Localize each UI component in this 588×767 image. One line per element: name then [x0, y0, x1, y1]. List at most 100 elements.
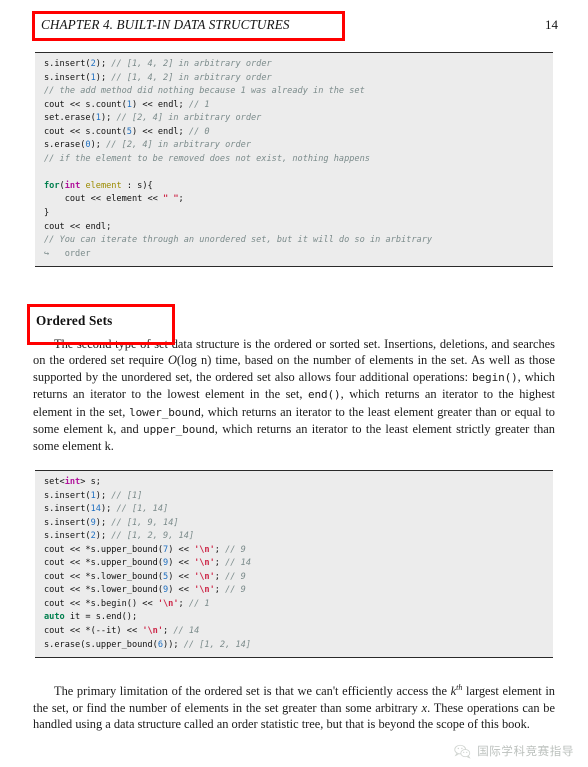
code-token: s.insert(: [44, 59, 91, 69]
watermark-text: 国际学科竞赛指导: [477, 744, 574, 758]
code-token: ) << endl;: [131, 99, 189, 110]
code-token: // [1, 14]: [116, 504, 169, 515]
code-line: // the add method did nothing because 1 …: [35, 85, 553, 99]
code-token: // [1, 9, 14]: [111, 517, 179, 528]
code-token: 14: [90, 504, 101, 515]
code-token: set.erase(: [44, 113, 96, 124]
code-token: cout << *s.upper_bound(: [44, 558, 163, 569]
code-token: '\n': [194, 585, 215, 596]
code-token: s.erase(: [44, 140, 86, 151]
code-token: s.insert(: [44, 531, 91, 542]
code-token: cout << element <<: [44, 194, 163, 205]
code-line: cout << *(--it) << '\n'; // 14: [35, 625, 553, 639]
code-line: s.insert(2); // [1, 4, 2] in arbitrary o…: [35, 58, 553, 72]
code-line: s.insert(9); // [1, 9, 14]: [35, 517, 553, 531]
code-token: );: [95, 59, 112, 69]
math-log-n: (log n): [176, 353, 212, 368]
code-line: auto it = s.end();: [35, 611, 553, 625]
code-token: '\n': [194, 544, 215, 555]
code-line: cout << *s.lower_bound(5) << '\n'; // 9: [35, 571, 553, 585]
code-token: ;: [214, 558, 226, 569]
code-token: // [1, 2, 9, 14]: [111, 531, 195, 542]
running-header: CHAPTER 4. BUILT-IN DATA STRUCTURES 14: [0, 16, 588, 38]
code-line: cout << *s.upper_bound(9) << '\n'; // 14: [35, 557, 553, 571]
code-line: cout << endl;: [35, 221, 553, 235]
code-token: // 9: [225, 544, 246, 555]
code-token: for: [44, 180, 60, 191]
code-token: // 1: [188, 598, 210, 609]
page-number: 14: [545, 17, 558, 32]
code-token: " ": [163, 194, 179, 205]
code-line: ↪ order: [35, 248, 553, 262]
code-token: cout << *s.lower_bound(: [44, 571, 163, 582]
code-token: );: [100, 504, 117, 515]
code-token: // [2, 4] in arbitrary order: [106, 140, 251, 151]
code-token: auto: [44, 612, 65, 623]
watermark: 国际学科竞赛指导: [454, 743, 574, 759]
code-token: ) << endl;: [131, 126, 189, 137]
code-token: // [1, 4, 2] in arbitrary order: [111, 72, 272, 83]
code-token: element: [85, 180, 122, 191]
code-token: ) <<: [168, 571, 195, 582]
code-token: );: [95, 490, 112, 501]
code-line: cout << s.count(1) << endl; // 1: [35, 99, 553, 113]
code-token: // You can iterate through an unordered …: [44, 235, 433, 246]
code-token: ) <<: [168, 585, 195, 596]
code-token: ;: [214, 544, 226, 555]
code-token: cout << *(--it) <<: [44, 626, 143, 637]
code-token: s.insert(: [44, 72, 91, 83]
code-line: s.erase(s.upper_bound(6)); // [1, 2, 14]: [35, 639, 553, 653]
code-line: for(int element : s){: [35, 180, 553, 194]
code-line: set<int> s;: [35, 476, 553, 490]
section-heading-ordered-sets: Ordered Sets: [36, 313, 113, 328]
code-line: cout << element << " ";: [35, 193, 553, 207]
code-line: cout << s.count(5) << endl; // 0: [35, 126, 553, 140]
code-token: cout << *s.begin() <<: [44, 598, 158, 609]
code-token: '\n': [194, 571, 215, 582]
code-token: // [2, 4] in arbitrary order: [116, 113, 262, 124]
code-end: end(): [307, 388, 341, 402]
code-token: // 9: [225, 585, 246, 596]
code-token: > s;: [80, 477, 101, 487]
code-token: s.insert(: [44, 490, 91, 501]
code-token: );: [95, 531, 112, 542]
code-token: : s){: [121, 180, 153, 191]
code-token: ;: [178, 194, 184, 205]
code-token: );: [90, 140, 107, 151]
code-line: cout << *s.upper_bound(7) << '\n'; // 9: [35, 544, 553, 558]
code-line: s.insert(2); // [1, 2, 9, 14]: [35, 530, 553, 544]
code-token: '\n': [194, 558, 215, 569]
code-begin: begin(): [472, 370, 518, 384]
code-line: // if the element to be removed does not…: [35, 153, 553, 167]
code-token: // [1]: [111, 490, 143, 501]
code-line: set.erase(1); // [2, 4] in arbitrary ord…: [35, 112, 553, 126]
code-line: s.insert(1); // [1]: [35, 490, 553, 504]
code-token: '\n': [142, 626, 164, 637]
code-lower-bound: lower_bound: [129, 405, 201, 419]
code-line: s.insert(14); // [1, 14]: [35, 503, 553, 517]
code-token: // 1: [188, 99, 210, 110]
code-token: ;: [178, 598, 189, 609]
code-line: s.insert(1); // [1, 4, 2] in arbitrary o…: [35, 72, 553, 86]
code-token: }: [44, 208, 50, 219]
code-line: }: [35, 207, 553, 221]
code-line: s.erase(0); // [2, 4] in arbitrary order: [35, 139, 553, 153]
code-token: s.insert(: [44, 504, 91, 515]
code-token: );: [95, 517, 112, 528]
code-token: cout << s.count(: [44, 126, 127, 137]
paragraph-limitation: The primary limitation of the ordered se…: [33, 680, 555, 732]
code-token: ;: [163, 626, 174, 637]
limit-text-1: The primary limitation of the ordered se…: [54, 684, 451, 699]
code-token: // 9: [225, 571, 246, 582]
math-big-o: O: [167, 353, 177, 368]
code-token: cout << *s.lower_bound(: [44, 585, 163, 596]
code-token: cout << endl;: [44, 221, 112, 232]
code-token: // [1, 4, 2] in arbitrary order: [111, 59, 272, 69]
chapter-title: CHAPTER 4. BUILT-IN DATA STRUCTURES: [41, 17, 290, 32]
code-token: ;: [214, 585, 226, 596]
paragraph-ordered-sets: The second type of set data structure is…: [33, 336, 555, 455]
code-token: // if the element to be removed does not…: [44, 153, 370, 164]
code-token: ));: [163, 639, 184, 650]
code-token: // 0: [188, 126, 210, 137]
